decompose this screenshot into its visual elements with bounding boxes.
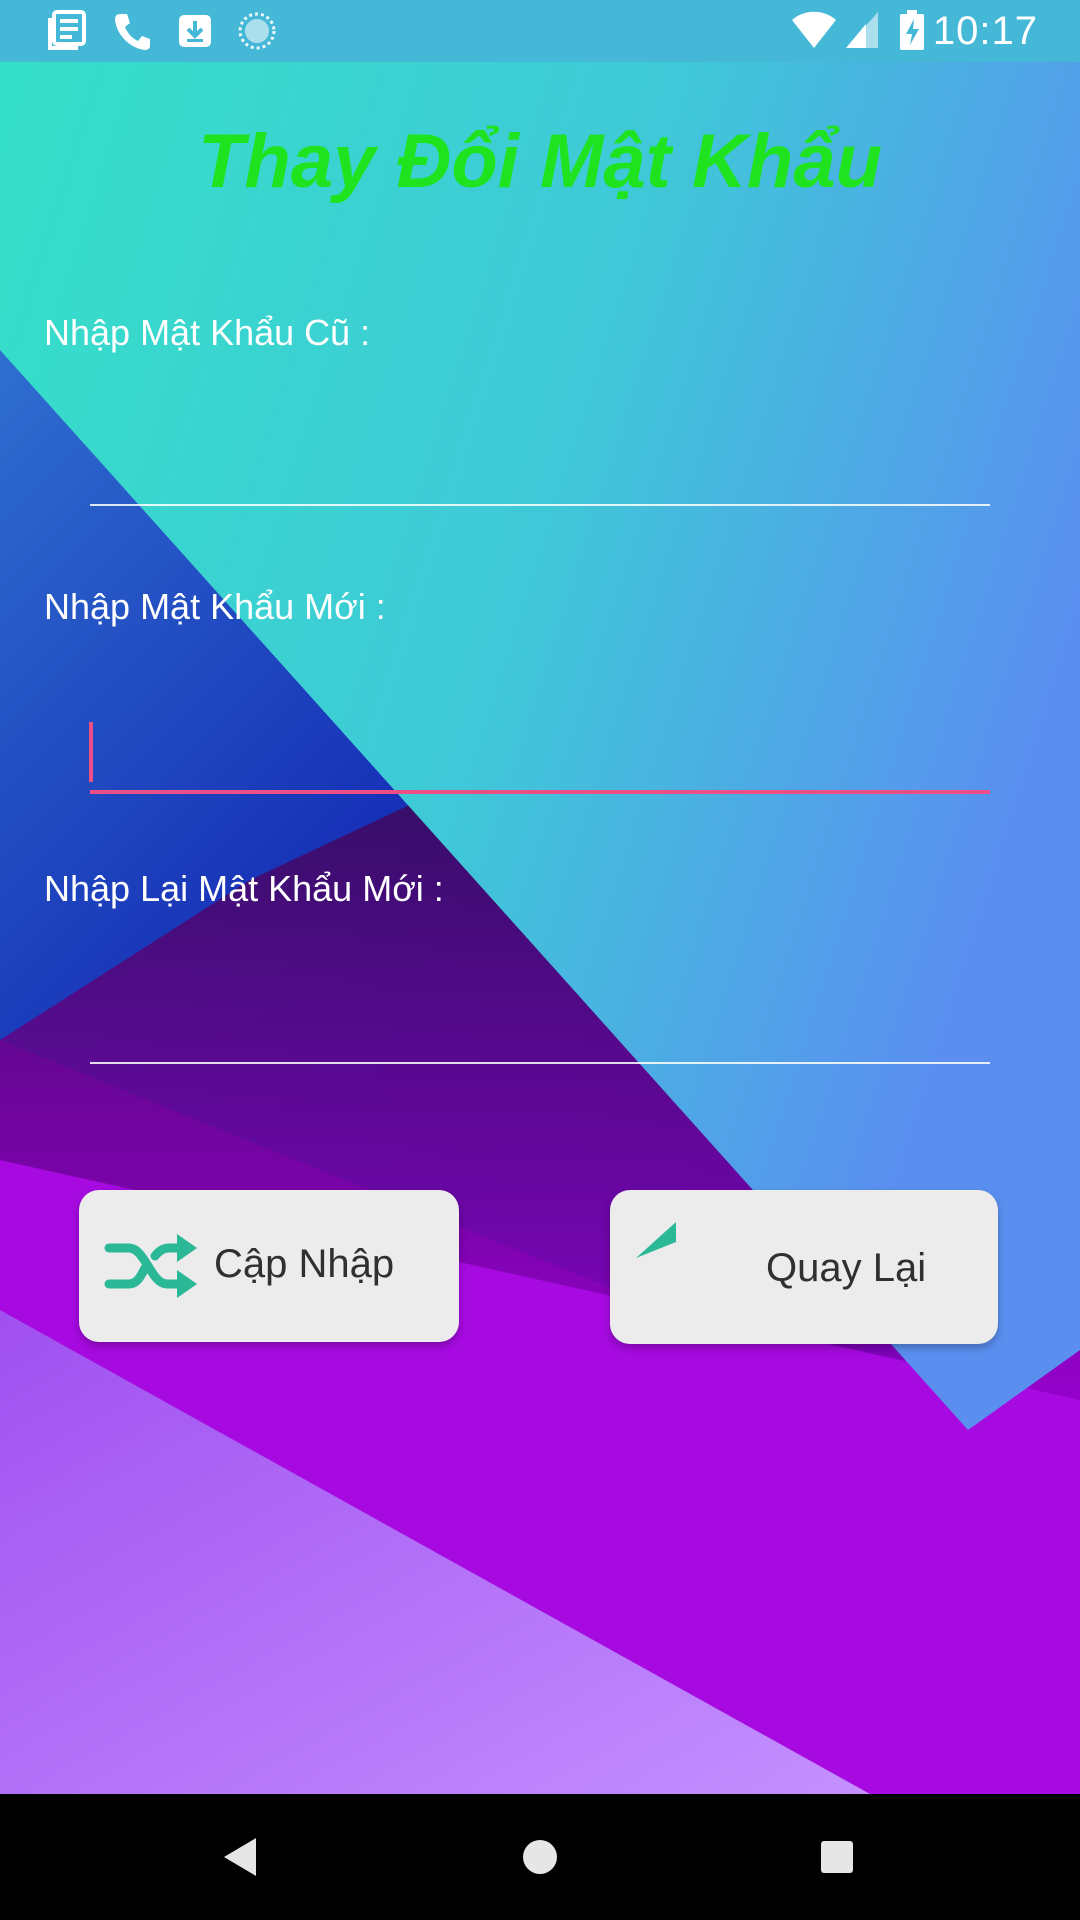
home-icon[interactable] bbox=[507, 1824, 573, 1890]
sync-icon bbox=[238, 12, 276, 50]
page-title: Thay Đổi Mật Khẩu bbox=[197, 119, 883, 204]
shuffle-icon bbox=[104, 1234, 197, 1298]
back-button[interactable]: Quay Lại bbox=[610, 1190, 998, 1344]
old-password-label: Nhập Mật Khẩu Cũ : bbox=[44, 312, 371, 353]
text-cursor bbox=[89, 722, 93, 782]
download-icon bbox=[179, 15, 211, 47]
back-icon[interactable] bbox=[208, 1824, 274, 1890]
reply-arrow-icon bbox=[636, 1222, 676, 1258]
recents-icon[interactable] bbox=[804, 1824, 870, 1890]
wifi-icon bbox=[792, 11, 836, 48]
new-password-label: Nhập Mật Khẩu Mới : bbox=[44, 586, 386, 627]
signal-icon bbox=[846, 12, 878, 48]
back-button-label: Quay Lại bbox=[766, 1246, 927, 1290]
news-icon bbox=[48, 10, 86, 50]
update-button-label: Cập Nhập bbox=[214, 1242, 395, 1286]
navigation-bar bbox=[0, 1794, 1080, 1920]
confirm-password-label: Nhập Lại Mật Khẩu Mới : bbox=[44, 868, 444, 909]
confirm-password-input[interactable] bbox=[90, 994, 990, 1064]
status-bar: 10:17 bbox=[0, 0, 1080, 62]
battery-charging-icon bbox=[900, 10, 924, 50]
update-button[interactable]: Cập Nhập bbox=[79, 1190, 459, 1342]
status-time: 10:17 bbox=[932, 9, 1038, 53]
new-password-input[interactable] bbox=[90, 724, 990, 794]
old-password-input[interactable] bbox=[90, 436, 990, 506]
phone-icon bbox=[115, 14, 150, 50]
background-artwork bbox=[0, 0, 1080, 1920]
change-password-screen: 10:17 Thay Đổi Mật Khẩu Nhập Mật Khẩu Cũ… bbox=[0, 0, 1080, 1920]
